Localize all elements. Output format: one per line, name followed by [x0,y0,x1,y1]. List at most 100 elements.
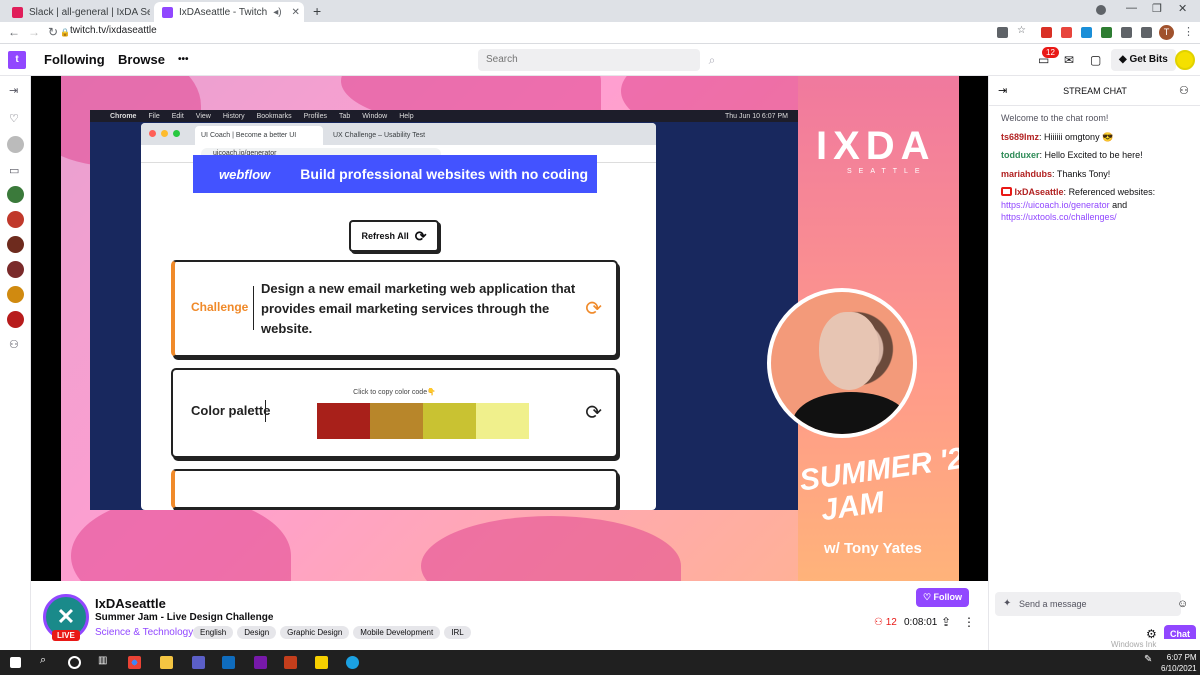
user-avatar[interactable] [1175,50,1195,70]
video-player[interactable]: Chrome File Edit View History Bookmarks … [31,76,988,581]
chat-link[interactable]: https://uicoach.io/generator [1001,200,1110,210]
outlook-icon[interactable] [222,656,235,669]
tab-search-icon[interactable] [1096,5,1106,15]
tag[interactable]: IRL [444,626,471,639]
teams-icon[interactable] [192,656,205,669]
inner-tab: UX Challenge – Usability Test [333,132,426,139]
whispers-icon[interactable]: ✉ [1064,53,1074,67]
refresh-icon: ⟳ [585,298,602,320]
mac-menu-item: View [195,112,211,120]
more-options-icon[interactable]: ⋮ [963,615,975,629]
chat-users-icon[interactable]: ⚇ [1179,84,1189,97]
pen-workspace-icon[interactable]: ✎ [1144,654,1157,667]
challenge-card: Challenge Design a new email marketing w… [171,260,618,357]
chat-text: Hello Excited to be here! [1044,150,1143,160]
follow-button[interactable]: ♡ Follow [916,588,969,607]
bits-icon[interactable]: ✦ [1003,598,1011,609]
recommended-channel-avatar[interactable] [7,311,24,328]
color-palette-card: Click to copy color code👇 Color palette … [171,368,618,458]
recommended-channel-avatar[interactable] [7,236,24,253]
browser-tab-slack[interactable]: Slack | all-general | IxDA Seattle [4,2,150,22]
webcam-feed [767,288,917,438]
minimize-icon[interactable]: — [1126,2,1137,14]
browser-tab-twitch[interactable]: IxDAseattle - Twitch ◂) ✕ [154,2,304,22]
chat-username[interactable]: todduxer [1001,150,1040,160]
inner-tab: UI Coach | Become a better UI [195,126,323,145]
recommended-channel-avatar[interactable] [7,186,24,203]
expand-sidebar-icon[interactable]: ⇥ [9,84,18,97]
clock-time: 6:07 PM [1166,653,1197,662]
nav-browse[interactable]: Browse [118,52,165,67]
get-bits-button[interactable]: ◆ Get Bits [1111,49,1176,71]
chat-link[interactable]: https://uxtools.co/challenges/ [1001,212,1117,222]
tag-list: English Design Graphic Design Mobile Dev… [193,626,471,639]
extension-icon[interactable] [1041,27,1052,38]
reload-icon[interactable]: ↻ [48,25,58,39]
chat-text: Hiiiiii omgtony 😎 [1044,131,1114,142]
new-tab-button[interactable]: + [313,3,321,19]
extension-icon[interactable] [1061,27,1072,38]
sticky-notes-icon[interactable] [315,656,328,669]
host-credit: w/ Tony Yates [824,540,922,557]
left-sidebar: ⇥ ♡ ▭ ⚇ [0,76,31,650]
category-link[interactable]: Science & Technology [95,627,193,638]
heart-icon[interactable]: ♡ [9,112,19,125]
maximize-icon[interactable]: ❐ [1152,2,1162,15]
windows-start-icon[interactable] [10,657,21,668]
tag[interactable]: English [193,626,234,639]
nav-following[interactable]: Following [44,52,105,67]
chat-input[interactable]: Send a message [995,592,1181,616]
twitch-logo-icon[interactable]: t [8,51,26,69]
close-window-icon[interactable]: ✕ [1178,2,1187,15]
close-icon[interactable]: ✕ [292,7,300,18]
extension-icon[interactable] [1101,27,1112,38]
mac-menu-item: File [148,112,160,120]
back-icon[interactable]: ← [8,25,20,39]
divider [265,400,266,422]
tag[interactable]: Design [237,626,277,639]
nav-more-button[interactable]: ••• [178,54,189,65]
search-icon[interactable]: ⌕ [700,49,724,71]
chrome-taskbar-icon[interactable] [128,656,141,669]
chat-username[interactable]: mariahdubs [1001,169,1052,179]
recommended-channel-avatar[interactable] [7,286,24,303]
task-view-icon[interactable]: ▥ [98,655,111,668]
media-icon[interactable] [1141,27,1152,38]
system-clock[interactable]: 6:07 PM 6/10/2021 [1161,652,1197,674]
prime-icon[interactable]: ▢ [1090,53,1101,67]
challenge-text: Design a new email marketing web applica… [261,281,576,336]
camera-icon[interactable]: ▭ [9,164,19,177]
cortana-icon[interactable] [68,656,81,669]
webcam-face [819,312,879,390]
chat-username[interactable]: ts689lmz [1001,132,1039,142]
search-icon[interactable]: ⌕ [40,654,53,667]
onenote-icon[interactable] [254,656,267,669]
puzzle-icon[interactable] [1121,27,1132,38]
emote-picker-icon[interactable]: ☺ [1177,598,1188,610]
bookmark-star-icon[interactable]: ☆ [1017,25,1028,36]
recommended-channel-avatar[interactable] [7,211,24,228]
file-explorer-icon[interactable] [160,656,173,669]
search-input[interactable] [478,49,700,71]
channel-name[interactable]: IxDAseattle [95,596,166,611]
install-icon[interactable] [997,27,1008,38]
shared-screen: Chrome File Edit View History Bookmarks … [90,110,798,510]
friends-icon[interactable]: ⚇ [9,338,19,351]
inner-browser-tabs: UI Coach | Become a better UI UX Challen… [141,123,656,145]
chat-username[interactable]: IxDAseattle [1015,187,1064,197]
stream-uptime: 0:08:01 [904,617,938,628]
forward-icon[interactable]: → [28,25,40,39]
powerpoint-icon[interactable] [284,656,297,669]
profile-avatar[interactable]: T [1159,25,1174,40]
share-icon[interactable]: ⇪ [941,615,951,629]
followed-channel-avatar[interactable] [7,136,24,153]
speaker-icon[interactable]: ◂) [273,7,281,18]
browser-tab-bar: Slack | all-general | IxDA Seattle IxDAs… [0,0,1200,22]
extension-icon[interactable] [1081,27,1092,38]
url-field[interactable]: twitch.tv/ixdaseattle [70,25,157,36]
edge-icon[interactable] [346,656,359,669]
tag[interactable]: Mobile Development [353,626,441,639]
browser-menu-icon[interactable]: ⋮ [1183,25,1194,38]
recommended-channel-avatar[interactable] [7,261,24,278]
tag[interactable]: Graphic Design [280,626,350,639]
